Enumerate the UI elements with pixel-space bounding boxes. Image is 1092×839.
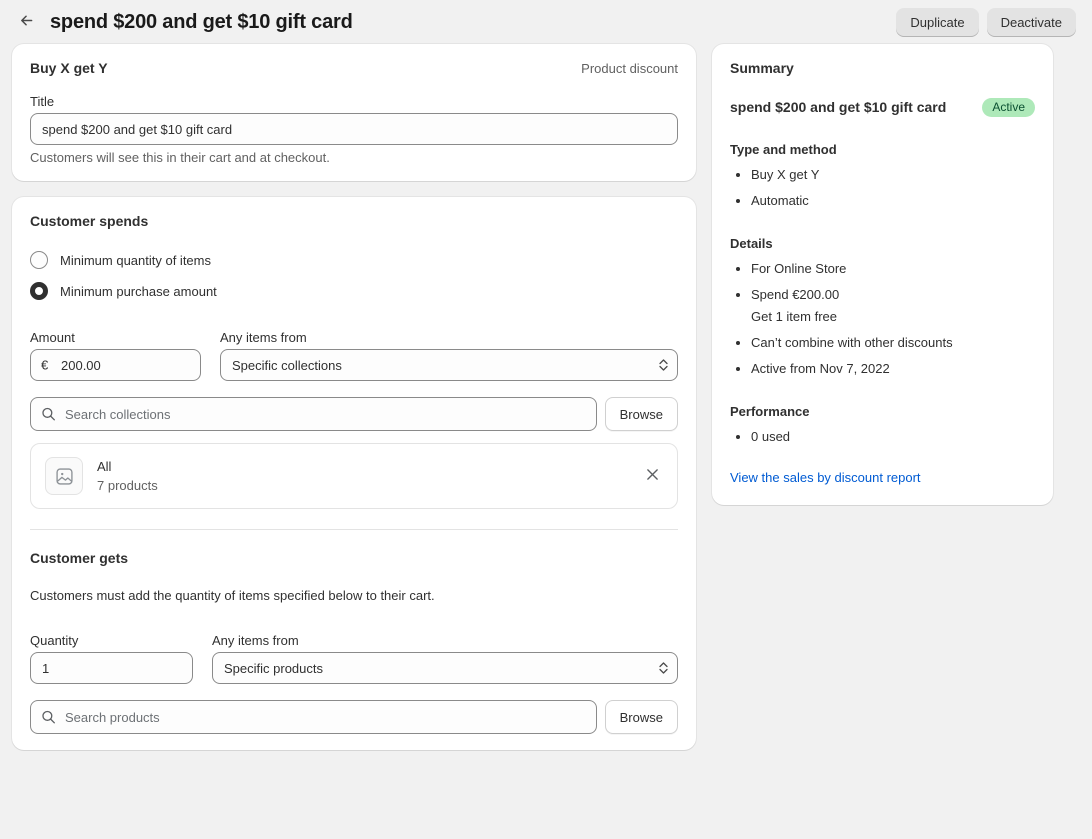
list-item: Can’t combine with other discounts — [751, 332, 1035, 354]
products-search-row: Browse — [30, 700, 678, 734]
list-item-second-line: Get 1 item free — [751, 309, 837, 324]
section-divider — [30, 529, 678, 530]
list-item: Buy X get Y — [751, 164, 1035, 186]
customer-spends-heading: Customer spends — [30, 213, 149, 229]
main-column: Buy X get Y Product discount Title Custo… — [12, 44, 696, 750]
back-button[interactable] — [12, 8, 40, 36]
top-bar-actions: Duplicate Deactivate — [896, 7, 1076, 37]
details-list: For Online Store Spend €200.00 Get 1 ite… — [730, 258, 1035, 380]
spends-items-from-label: Any items from — [220, 330, 307, 345]
title-help-text: Customers will see this in their cart an… — [30, 150, 330, 165]
list-item-title: All — [97, 459, 112, 474]
spends-items-from-group: Any items from Specific collections — [220, 316, 678, 381]
type-and-method-list: Buy X get Y Automatic — [730, 164, 1035, 212]
quantity-input[interactable] — [30, 652, 193, 684]
gets-items-from-label: Any items from — [212, 633, 299, 648]
radio-minimum-purchase-amount[interactable]: Minimum purchase amount — [30, 282, 678, 300]
summary-column: Summary spend $200 and get $10 gift card… — [712, 44, 1053, 505]
top-bar: spend $200 and get $10 gift card Duplica… — [0, 0, 1092, 44]
spends-items-from-select[interactable]: Specific collections — [220, 349, 678, 381]
gets-items-from-value: Specific products — [224, 660, 323, 676]
customer-gets-heading: Customer gets — [30, 550, 129, 566]
card-title: Buy X get Y — [30, 60, 108, 76]
details-heading: Details — [730, 236, 773, 251]
quantity-field-group: Quantity — [30, 619, 193, 684]
browse-products-button[interactable]: Browse — [604, 700, 678, 734]
close-icon — [646, 468, 659, 484]
radio-minimum-quantity-label: Minimum quantity of items — [60, 252, 211, 268]
card-header: Buy X get Y Product discount — [30, 60, 678, 76]
radio-minimum-quantity[interactable]: Minimum quantity of items — [30, 251, 678, 269]
summary-heading: Summary — [730, 60, 794, 76]
gets-items-from-select[interactable]: Specific products — [212, 652, 678, 684]
spends-fields-row: Amount € Any items from Specific collect… — [30, 316, 678, 381]
discount-type-label: Product discount — [581, 61, 678, 76]
spends-items-from-value: Specific collections — [232, 357, 342, 373]
remove-collection-button[interactable] — [642, 464, 663, 488]
list-item: Active from Nov 7, 2022 — [751, 358, 1035, 380]
type-and-method-heading: Type and method — [730, 142, 837, 157]
sales-by-discount-report-link[interactable]: View the sales by discount report — [730, 470, 921, 485]
summary-discount-name: spend $200 and get $10 gift card — [730, 99, 947, 115]
list-item: For Online Store — [751, 258, 1035, 280]
list-item: All 7 products — [31, 444, 677, 508]
list-item: Spend €200.00 Get 1 item free — [751, 284, 1035, 328]
performance-heading: Performance — [730, 404, 810, 419]
gets-items-from-group: Any items from Specific products — [212, 619, 678, 684]
amount-field-group: Amount € — [30, 316, 201, 381]
quantity-label: Quantity — [30, 633, 79, 648]
title-field-label: Title — [30, 94, 55, 109]
browse-collections-button[interactable]: Browse — [604, 397, 678, 431]
status-badge: Active — [982, 98, 1035, 117]
discount-editor-page: spend $200 and get $10 gift card Duplica… — [0, 0, 1092, 839]
search-products-input[interactable] — [30, 700, 597, 734]
duplicate-button[interactable]: Duplicate — [896, 7, 979, 37]
deactivate-button[interactable]: Deactivate — [986, 7, 1076, 37]
arrow-left-icon — [18, 12, 35, 32]
performance-list: 0 used — [730, 426, 1035, 448]
summary-name-row: spend $200 and get $10 gift card Active — [730, 96, 1035, 118]
list-item-subtitle: 7 products — [97, 478, 158, 493]
collections-search-row: Browse — [30, 397, 678, 431]
amount-input[interactable] — [30, 349, 201, 381]
list-item: 0 used — [751, 426, 1035, 448]
title-input[interactable] — [30, 113, 678, 145]
customer-spends-card: Customer spends Minimum quantity of item… — [12, 197, 696, 750]
buy-x-get-y-card: Buy X get Y Product discount Title Custo… — [12, 44, 696, 181]
radio-icon-unchecked — [30, 251, 48, 269]
search-collections-input[interactable] — [30, 397, 597, 431]
image-placeholder-icon — [45, 457, 83, 495]
amount-label: Amount — [30, 330, 75, 345]
radio-minimum-purchase-amount-label: Minimum purchase amount — [60, 283, 217, 299]
selected-collections-list: All 7 products — [30, 443, 678, 509]
customer-gets-description: Customers must add the quantity of items… — [30, 588, 435, 603]
radio-icon-checked — [30, 282, 48, 300]
summary-card: Summary spend $200 and get $10 gift card… — [712, 44, 1053, 505]
list-item: Automatic — [751, 190, 1035, 212]
page-title: spend $200 and get $10 gift card — [50, 10, 353, 33]
gets-fields-row: Quantity Any items from Specific product… — [30, 619, 678, 684]
list-item-text: Spend €200.00 — [751, 287, 840, 302]
page-layout: Buy X get Y Product discount Title Custo… — [0, 44, 1092, 750]
